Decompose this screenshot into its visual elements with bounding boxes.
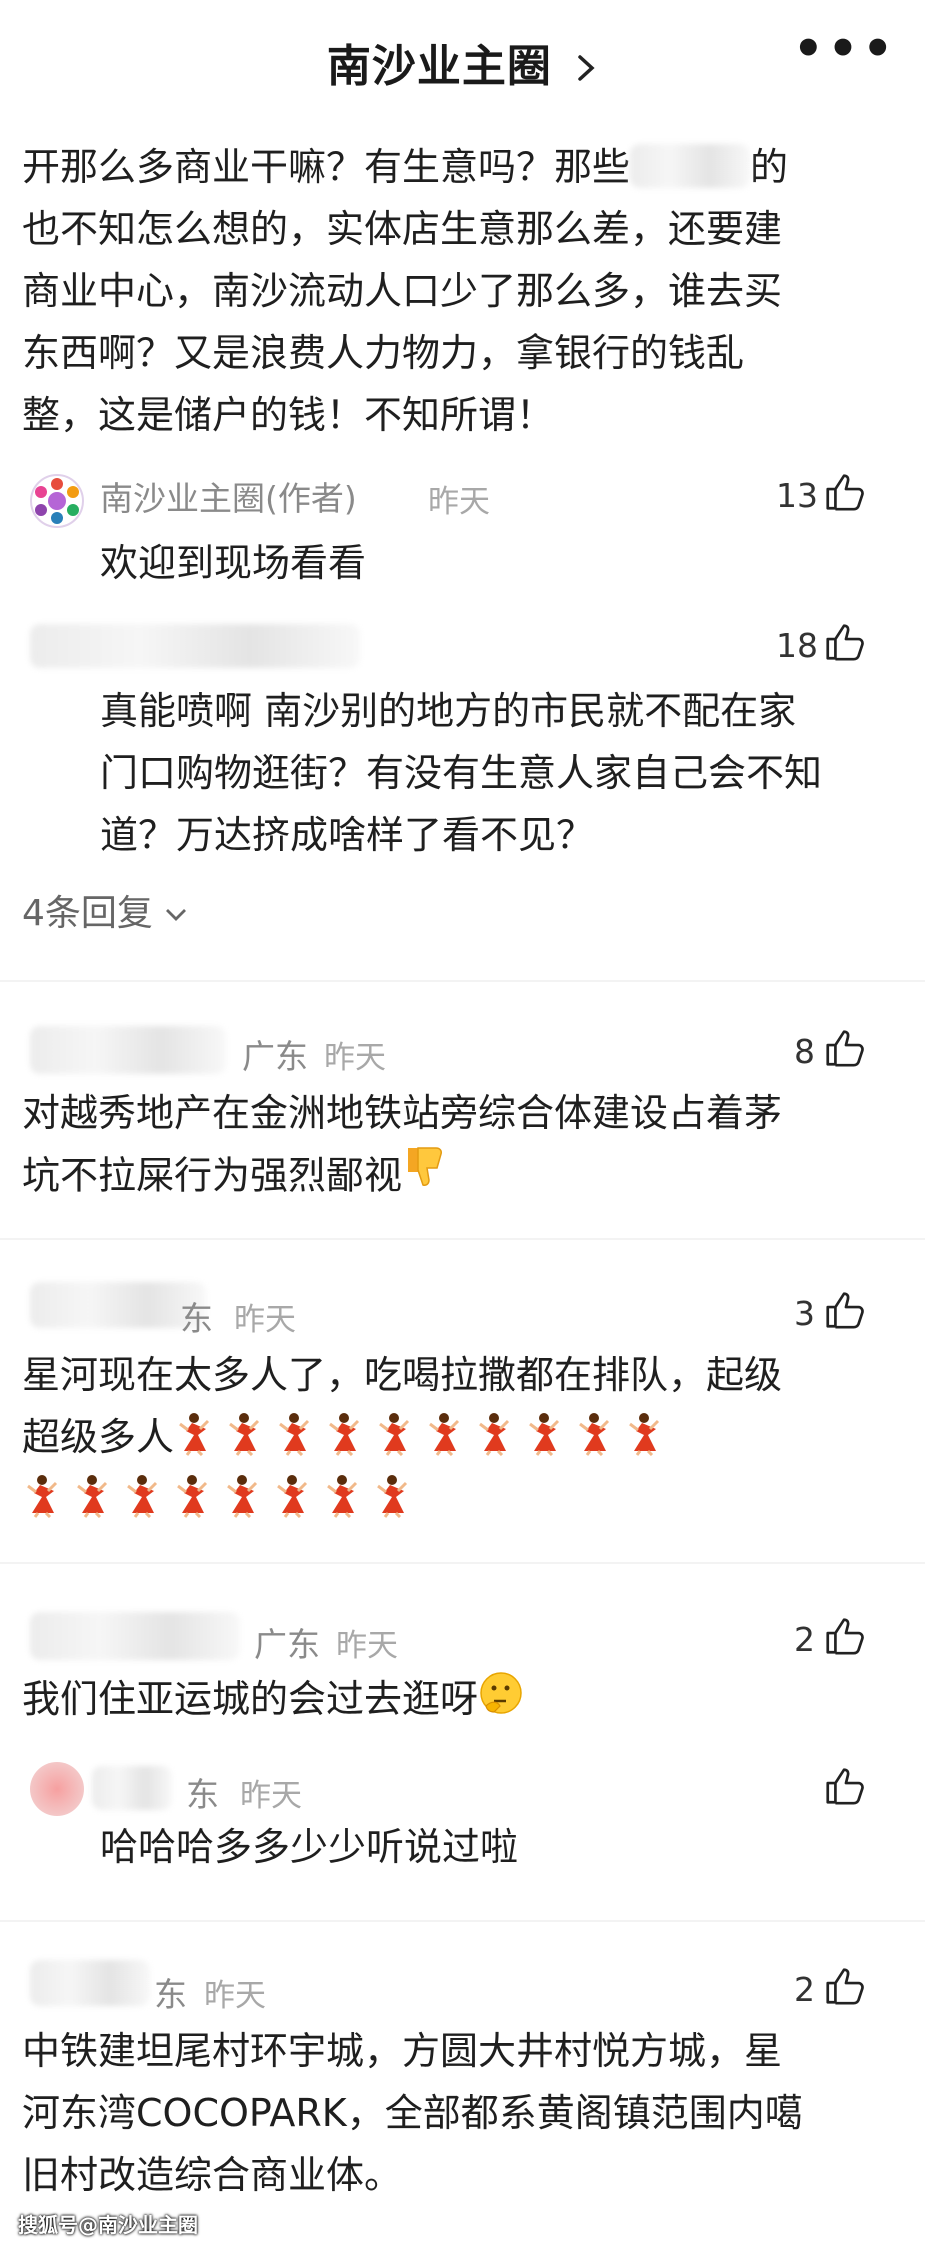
dancer-emoji xyxy=(279,1413,310,1457)
top-bar: 南沙业主圈 ••• xyxy=(0,0,925,120)
thumbs-up-icon[interactable] xyxy=(822,1286,868,1336)
comment-text: 哈哈哈多多少少听说过啦 xyxy=(100,1825,519,1869)
reply-text: 欢迎到现场看看 xyxy=(100,541,367,585)
circle-title[interactable]: 南沙业主圈 xyxy=(0,30,925,94)
thumbs-up-icon[interactable] xyxy=(822,1762,868,1812)
reply-time: 昨天 xyxy=(428,484,490,520)
dancer-emoji xyxy=(229,1413,260,1457)
comment-text-line: 星河现在太多人了，吃喝拉撒都在排队，起级 xyxy=(22,1353,783,1397)
post-text-line: 东西啊？又是浪费人力物力，拿银行的钱乱 xyxy=(22,331,745,375)
comment-time: 昨天 xyxy=(234,1302,296,1338)
divider xyxy=(0,980,925,982)
comment-region: 广东 xyxy=(242,1037,308,1076)
thinking-emoji xyxy=(478,1670,524,1734)
thumbs-down-emoji xyxy=(402,1144,448,1212)
comment-text: 对越秀地产在金洲地铁站旁综合体建设占着茅 坑不拉屎行为强烈鄙视 xyxy=(22,1082,912,1212)
more-options-button[interactable]: ••• xyxy=(793,25,897,73)
post-text-line: 整，这是储户的钱！不知所谓！ xyxy=(22,393,555,437)
redacted-user xyxy=(30,1026,226,1074)
chevron-right-icon xyxy=(574,41,598,92)
comment-region: 东 xyxy=(186,1775,219,1814)
dancer-emoji xyxy=(429,1413,460,1457)
thumbs-up-icon[interactable] xyxy=(822,468,868,518)
redacted-name xyxy=(630,144,751,188)
comment-time: 昨天 xyxy=(204,1978,266,2014)
expand-replies-button[interactable]: 4条回复 xyxy=(22,884,188,936)
dancer-emoji xyxy=(277,1475,308,1519)
comment-region: 东 xyxy=(154,1975,187,2014)
dancer-emoji xyxy=(179,1413,210,1457)
thumbs-up-icon[interactable] xyxy=(822,1612,868,1662)
comment-text-line: 中铁建坦尾村环宇城，方圆大井村悦方城，星 xyxy=(22,2029,783,2073)
post-text-line: 也不知怎么想的，实体店生意那么差，还要建 xyxy=(22,207,783,251)
divider xyxy=(0,1562,925,1564)
dancer-emoji xyxy=(379,1413,410,1457)
comment-text-line: 我们住亚运城的会过去逛呀 xyxy=(22,1677,479,1721)
comment-region: 广东 xyxy=(254,1625,320,1664)
avatar[interactable] xyxy=(30,1762,84,1816)
comment-time: 昨天 xyxy=(324,1040,386,1076)
dancer-emoji xyxy=(329,1413,360,1457)
dancer-emoji xyxy=(629,1413,660,1457)
dancer-emoji xyxy=(227,1475,258,1519)
comment-text-line: 坑不拉屎行为强烈鄙视 xyxy=(22,1153,403,1198)
post-text-line: 开那么多商业干嘛？有生意吗？那些 xyxy=(22,145,631,189)
redacted-user xyxy=(30,1612,240,1660)
comment-like-count: 2 xyxy=(794,1970,815,2009)
comment-like-count: 8 xyxy=(794,1032,815,1071)
comment-like-count: 3 xyxy=(794,1294,815,1333)
reply-text-line: 门口购物逛街？有没有生意人家自己会不知 xyxy=(100,751,823,795)
reply-text: 真能喷啊 南沙别的地方的市民就不配在家 门口购物逛街？有没有生意人家自己会不知 … xyxy=(100,680,900,866)
comment-like-count: 2 xyxy=(794,1620,815,1659)
redacted-user xyxy=(30,624,360,668)
comment-text: 中铁建坦尾村环宇城，方圆大井村悦方城，星 河东湾COCOPARK，全部都系黄阁镇… xyxy=(22,2020,912,2206)
dancer-emoji xyxy=(327,1475,358,1519)
reply-text-line: 真能喷啊 南沙别的地方的市民就不配在家 xyxy=(100,689,797,733)
comment-region: 东 xyxy=(180,1299,213,1338)
dancer-emoji xyxy=(579,1413,610,1457)
chevron-down-icon xyxy=(164,893,188,934)
thumbs-up-icon[interactable] xyxy=(822,1024,868,1074)
reply-author-name[interactable]: 南沙业主圈(作者) xyxy=(100,472,357,520)
dancer-emoji xyxy=(177,1475,208,1519)
avatar xyxy=(30,474,84,528)
dancer-emoji xyxy=(377,1475,408,1519)
comment-text: 我们住亚运城的会过去逛呀 xyxy=(22,1668,524,1734)
divider xyxy=(0,1920,925,1922)
thumbs-up-icon[interactable] xyxy=(822,618,868,668)
reply-like-count: 13 xyxy=(776,476,818,515)
dancer-emoji xyxy=(529,1413,560,1457)
redacted-user xyxy=(30,1960,150,2006)
post-text-line: 的 xyxy=(750,145,789,189)
comment-time: 昨天 xyxy=(240,1778,302,1814)
reply-text-line: 道？万达挤成啥样了看不见？ xyxy=(100,813,595,857)
comment-time: 昨天 xyxy=(336,1628,398,1664)
divider xyxy=(0,1238,925,1240)
reply-like-count: 18 xyxy=(776,626,818,665)
circle-title-text: 南沙业主圈 xyxy=(326,41,552,92)
post-text: 开那么多商业干嘛？有生意吗？那些 的 也不知怎么想的，实体店生意那么差，还要建 商… xyxy=(22,136,902,446)
comment-text-line: 旧村改造综合商业体。 xyxy=(22,2153,403,2197)
comment-text: 星河现在太多人了，吃喝拉撒都在排队，起级 超级多人 xyxy=(22,1344,912,1530)
watermark: 搜狐号@南沙业主圈 xyxy=(18,2213,198,2237)
comment-text-line: 对越秀地产在金洲地铁站旁综合体建设占着茅 xyxy=(22,1091,783,1135)
thumbs-up-icon[interactable] xyxy=(822,1962,868,2012)
comment-text-line: 河东湾COCOPARK，全部都系黄阁镇范围内噶 xyxy=(22,2091,803,2135)
post-text-line: 商业中心，南沙流动人口少了那么多，谁去买 xyxy=(22,269,783,313)
expand-replies-label: 4条回复 xyxy=(22,893,153,934)
author-avatar[interactable] xyxy=(30,474,84,528)
dancer-emoji xyxy=(27,1475,58,1519)
dancer-emoji xyxy=(479,1413,510,1457)
dancer-emoji xyxy=(127,1475,158,1519)
comment-text-line: 超级多人 xyxy=(22,1415,175,1459)
dancer-emoji xyxy=(77,1475,108,1519)
redacted-user xyxy=(92,1766,172,1810)
